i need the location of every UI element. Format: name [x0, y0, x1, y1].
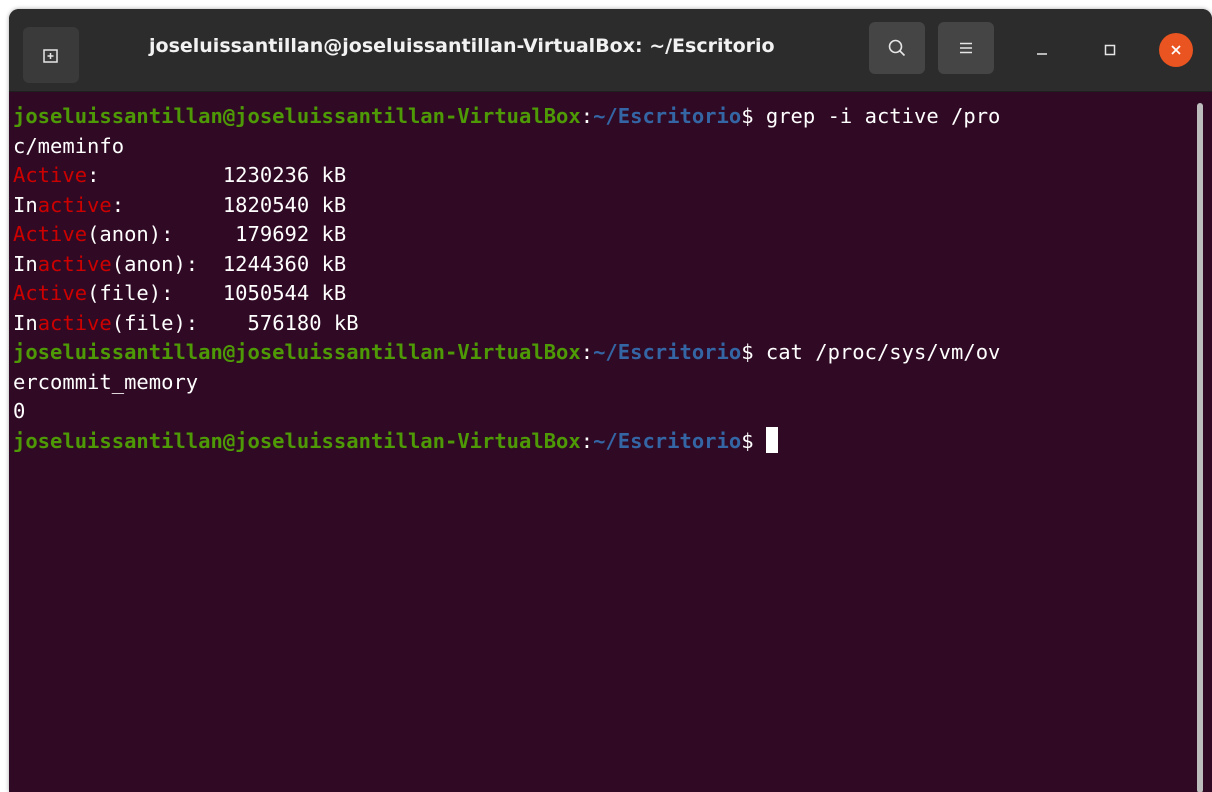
output-line: Inactive(anon): 1244360 kB [13, 250, 1212, 280]
grep-match: active [37, 251, 112, 276]
output-value: (file): 1050544 kB [87, 281, 347, 305]
command-continuation: c/meminfo [13, 133, 125, 158]
search-icon [888, 39, 906, 57]
terminal-output[interactable]: joseluissantillan@joseluissantillan-Virt… [9, 92, 1212, 792]
output-line: Active: 1230236 kB [13, 161, 1212, 191]
prompt-line: joseluissantillan@joseluissantillan-Virt… [13, 338, 1212, 368]
prompt-path: ~/Escritorio [593, 340, 742, 364]
command-text: cat /proc/sys/vm/ov [765, 340, 1001, 364]
menu-button[interactable] [938, 22, 994, 74]
text-cursor [765, 426, 778, 453]
output-prefix: In [13, 251, 38, 276]
output-line: Inactive(file): 576180 kB [13, 309, 1212, 339]
output-line: Active(anon): 179692 kB [13, 220, 1212, 250]
grep-match: active [37, 310, 112, 335]
title-bar: joseluissantillan@joseluissantillan-Virt… [9, 9, 1212, 92]
grep-match: Active [13, 163, 88, 187]
grep-match: active [37, 192, 112, 217]
new-tab-button[interactable] [23, 27, 79, 83]
hamburger-menu-icon [960, 42, 972, 54]
search-button[interactable] [869, 22, 925, 74]
scrollbar[interactable] [1197, 103, 1203, 792]
close-button[interactable] [1159, 33, 1193, 67]
output-value: (anon): 179692 kB [87, 222, 347, 246]
output-prefix: In [13, 310, 38, 335]
grep-match: Active [13, 222, 88, 246]
prompt-user-host: joseluissantillan@joseluissantillan-Virt… [13, 104, 581, 128]
maximize-button[interactable] [1094, 34, 1126, 66]
prompt-path: ~/Escritorio [593, 104, 742, 128]
output-line: Inactive: 1820540 kB [13, 191, 1212, 221]
close-icon [1171, 45, 1181, 55]
active-prompt-line[interactable]: joseluissantillan@joseluissantillan-Virt… [13, 426, 1212, 457]
window-title: joseluissantillan@joseluissantillan-Virt… [149, 35, 775, 57]
prompt-colon: : [580, 340, 594, 364]
prompt-symbol: $ [741, 340, 766, 364]
prompt-path: ~/Escritorio [593, 428, 742, 453]
overcommit-output: 0 [13, 399, 26, 423]
output-value: (file): 576180 kB [111, 310, 359, 335]
prompt-line: joseluissantillan@joseluissantillan-Virt… [13, 102, 1212, 132]
output-value: : 1230236 kB [87, 163, 347, 187]
new-tab-icon [43, 49, 58, 63]
output-prefix: In [13, 192, 38, 217]
prompt-user-host: joseluissantillan@joseluissantillan-Virt… [13, 340, 581, 364]
output-value: (anon): 1244360 kB [111, 251, 347, 276]
output-value: : 1820540 kB [111, 192, 347, 217]
command-text: grep -i active /pro [765, 104, 1001, 128]
prompt-colon: : [580, 104, 594, 128]
prompt-user-host: joseluissantillan@joseluissantillan-Virt… [13, 428, 581, 453]
output-line: Active(file): 1050544 kB [13, 279, 1212, 309]
minimize-button[interactable] [1026, 34, 1058, 66]
command-continuation: ercommit_memory [13, 369, 199, 394]
minimize-icon [1037, 53, 1047, 55]
maximize-icon [1104, 44, 1116, 56]
prompt-symbol: $ [741, 428, 766, 453]
terminal-window: joseluissantillan@joseluissantillan-Virt… [9, 9, 1212, 792]
grep-match: Active [13, 281, 88, 305]
prompt-symbol: $ [741, 104, 766, 128]
prompt-colon: : [580, 428, 594, 453]
